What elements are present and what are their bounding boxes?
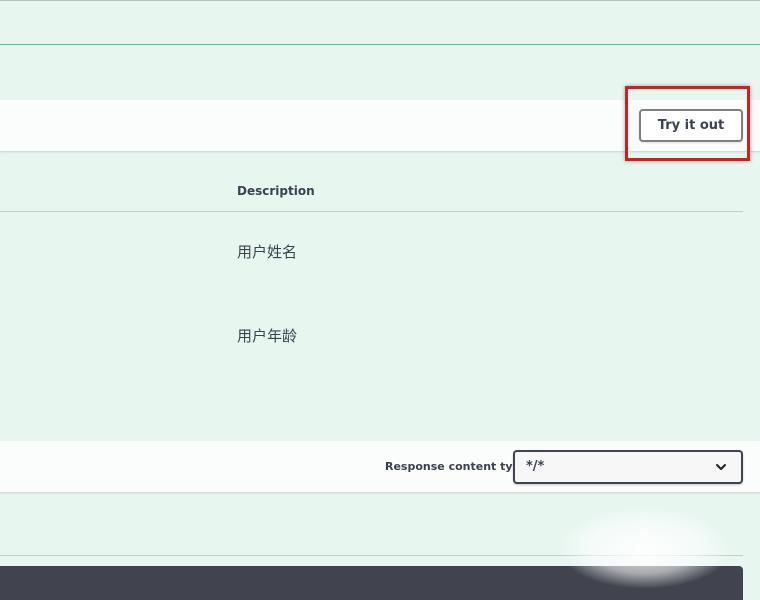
responses-divider <box>0 555 743 556</box>
parameter-description-age: 用户年龄 <box>237 327 298 345</box>
operation-summary-divider <box>0 44 760 45</box>
try-it-out-button[interactable]: Try it out <box>639 109 743 142</box>
parameter-description-name: 用户姓名 <box>237 243 298 261</box>
response-content-type-select[interactable]: */* <box>513 450 743 484</box>
chevron-down-icon <box>716 464 726 470</box>
response-content-type-label: Response content type <box>385 460 528 473</box>
code-block-bar <box>0 566 743 600</box>
selected-content-type: */* <box>526 459 545 474</box>
table-header-rule <box>0 211 743 212</box>
column-header-description: Description <box>237 184 315 198</box>
top-border <box>0 0 760 1</box>
